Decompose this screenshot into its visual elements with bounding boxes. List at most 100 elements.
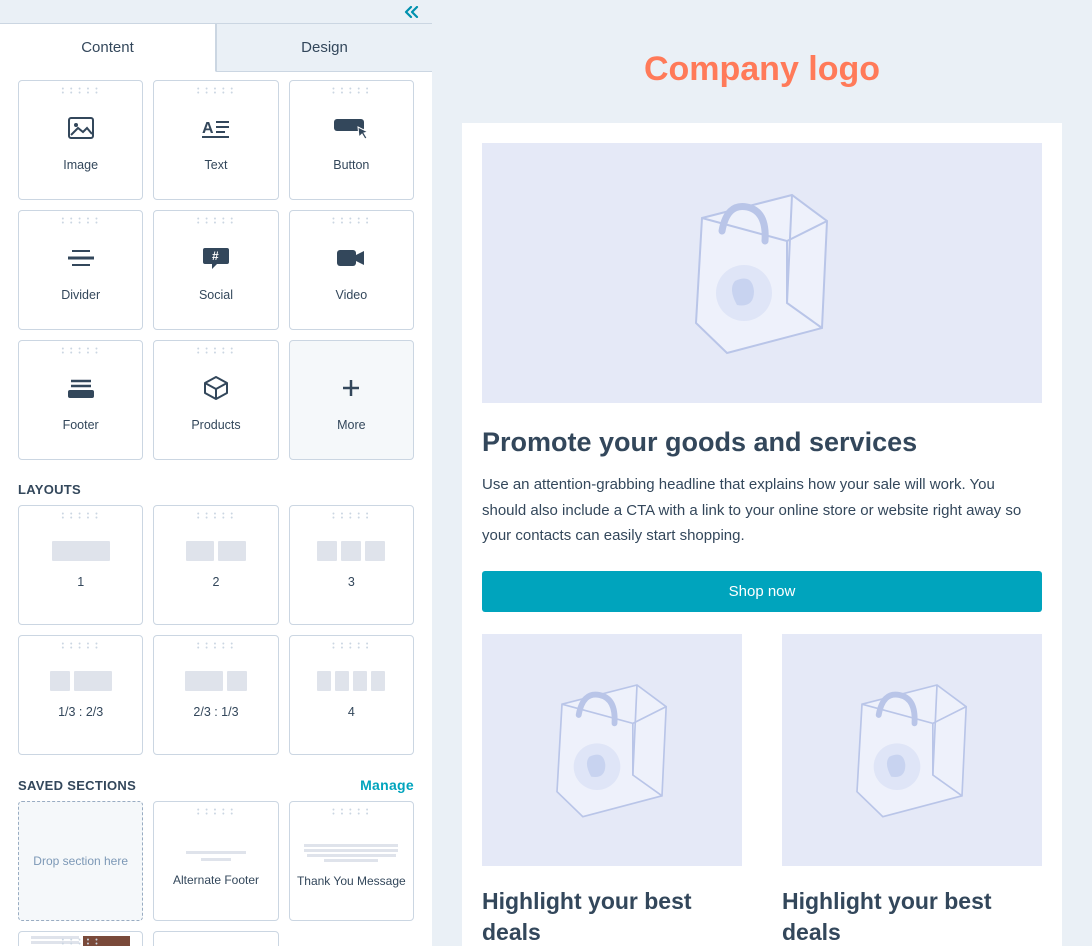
tile-label: Video — [331, 288, 371, 302]
manage-saved-link[interactable]: Manage — [360, 777, 414, 793]
image-placeholder[interactable] — [782, 634, 1042, 866]
drag-handle-icon: • • • • •• • • • • — [62, 513, 100, 521]
layout-13-23[interactable]: • • • • •• • • • • 1/3 : 2/3 — [18, 635, 143, 755]
drag-handle-icon: • • • • •• • • • • — [332, 88, 370, 96]
email-headline[interactable]: Promote your goods and services — [482, 427, 1042, 458]
tile-more[interactable]: More — [289, 340, 414, 460]
email-canvas[interactable]: Company logo Promote your goods and serv… — [432, 0, 1092, 946]
tile-video[interactable]: • • • • •• • • • • Video — [289, 210, 414, 330]
tile-label: Button — [329, 158, 373, 172]
tile-image[interactable]: • • • • •• • • • • Image — [18, 80, 143, 200]
products-icon — [203, 368, 229, 408]
saved-caption: Alternate Footer — [154, 873, 277, 887]
drag-handle-icon: • • • • •• • • • • — [332, 809, 370, 817]
layout-label: 4 — [344, 705, 359, 719]
saved-caption: Thank You Message — [290, 874, 413, 888]
layout-4col[interactable]: • • • • •• • • • • 4 — [289, 635, 414, 755]
tile-label: Footer — [59, 418, 103, 432]
tile-products[interactable]: • • • • •• • • • • Products — [153, 340, 278, 460]
drag-handle-icon: • • • • •• • • • • — [62, 643, 100, 651]
email-body-text[interactable]: Use an attention-grabbing headline that … — [482, 472, 1042, 549]
tile-label: Products — [187, 418, 244, 432]
layout-preview — [185, 671, 247, 691]
drag-handle-icon: • • • • •• • • • • — [197, 809, 235, 817]
bag-icon — [837, 665, 987, 835]
saved-thank-you[interactable]: • • • • •• • • • • Thank You Message — [289, 801, 414, 921]
column-right: Highlight your best deals — [782, 634, 1042, 946]
sidebar-scroll[interactable]: • • • • •• • • • • Image • • • • •• • • … — [0, 72, 432, 946]
tile-divider[interactable]: • • • • •• • • • • Divider — [18, 210, 143, 330]
saved-drop-zone[interactable]: Drop section here — [18, 801, 143, 921]
section-title-layouts: LAYOUTS — [18, 482, 414, 497]
tile-text[interactable]: • • • • •• • • • • A Text — [153, 80, 278, 200]
tile-label: Divider — [57, 288, 104, 302]
layout-preview — [50, 671, 112, 691]
column-heading[interactable]: Highlight your best deals — [782, 886, 1042, 946]
layout-label: 2 — [209, 575, 224, 589]
drag-handle-icon: • • • • •• • • • • — [197, 643, 235, 651]
bag-icon — [672, 173, 852, 373]
drop-zone-label: Drop section here — [33, 854, 128, 868]
saved-section-add[interactable] — [153, 931, 278, 946]
drag-handle-icon: • • • • •• • • • • — [332, 643, 370, 651]
drag-handle-icon: • • • • •• • • • • — [62, 88, 100, 96]
text-icon: A — [202, 108, 230, 148]
layout-3col[interactable]: • • • • •• • • • • 3 — [289, 505, 414, 625]
layout-label: 1/3 : 2/3 — [54, 705, 107, 719]
layout-label: 1 — [73, 575, 88, 589]
drag-handle-icon: • • • • •• • • • • — [62, 939, 100, 946]
layout-preview — [186, 541, 246, 561]
image-icon — [68, 108, 94, 148]
content-tiles: • • • • •• • • • • Image • • • • •• • • … — [18, 80, 414, 460]
drag-handle-icon: • • • • •• • • • • — [62, 218, 100, 226]
tile-social[interactable]: • • • • •• • • • • # Social — [153, 210, 278, 330]
tab-design[interactable]: Design — [216, 24, 432, 72]
drag-handle-icon: • • • • •• • • • • — [332, 218, 370, 226]
email-body: Company logo Promote your goods and serv… — [462, 50, 1062, 946]
layout-label: 3 — [344, 575, 359, 589]
section-title-saved: SAVED SECTIONS Manage — [18, 777, 414, 793]
cta-button[interactable]: Shop now — [482, 571, 1042, 612]
layout-tiles: • • • • •• • • • • 1 • • • • •• • • • • … — [18, 505, 414, 755]
video-icon — [337, 238, 365, 278]
bag-icon — [537, 665, 687, 835]
drag-handle-icon: • • • • •• • • • • — [197, 218, 235, 226]
hero-image-placeholder[interactable] — [482, 143, 1042, 403]
saved-alternate-footer[interactable]: • • • • •• • • • • Alternate Footer — [153, 801, 278, 921]
two-column-row: Highlight your best deals Highlight your… — [482, 634, 1042, 946]
image-placeholder[interactable] — [482, 634, 742, 866]
svg-text:#: # — [212, 249, 219, 263]
saved-tiles: Drop section here • • • • •• • • • • Alt… — [18, 801, 414, 946]
saved-preview — [302, 844, 401, 862]
layout-preview — [52, 541, 110, 561]
layout-preview — [317, 671, 385, 691]
column-heading[interactable]: Highlight your best deals — [482, 886, 742, 946]
layout-23-13[interactable]: • • • • •• • • • • 2/3 : 1/3 — [153, 635, 278, 755]
layout-preview — [317, 541, 385, 561]
collapse-bar — [0, 0, 432, 24]
saved-preview — [167, 851, 266, 861]
drag-handle-icon: • • • • •• • • • • — [62, 348, 100, 356]
column-left: Highlight your best deals — [482, 634, 742, 946]
footer-icon — [68, 368, 94, 408]
plus-icon — [341, 368, 361, 408]
tile-label: Image — [59, 158, 102, 172]
tile-label: Social — [195, 288, 237, 302]
tab-content[interactable]: Content — [0, 24, 216, 72]
company-logo[interactable]: Company logo — [462, 50, 1062, 89]
layout-1col[interactable]: • • • • •• • • • • 1 — [18, 505, 143, 625]
saved-section-extra[interactable]: • • • • •• • • • • — [18, 931, 143, 946]
tile-footer[interactable]: • • • • •• • • • • Footer — [18, 340, 143, 460]
button-icon — [334, 108, 368, 148]
drag-handle-icon: • • • • •• • • • • — [197, 88, 235, 96]
layout-label: 2/3 : 1/3 — [189, 705, 242, 719]
layout-2col[interactable]: • • • • •• • • • • 2 — [153, 505, 278, 625]
email-card: Promote your goods and services Use an a… — [462, 123, 1062, 946]
editor-sidebar: Content Design • • • • •• • • • • Image … — [0, 0, 432, 946]
section-title-text: LAYOUTS — [18, 482, 81, 497]
drag-handle-icon: • • • • •• • • • • — [197, 513, 235, 521]
collapse-sidebar-icon[interactable] — [404, 6, 420, 18]
tile-button[interactable]: • • • • •• • • • • Button — [289, 80, 414, 200]
tile-label: More — [333, 418, 369, 432]
sidebar-tabs: Content Design — [0, 24, 432, 72]
